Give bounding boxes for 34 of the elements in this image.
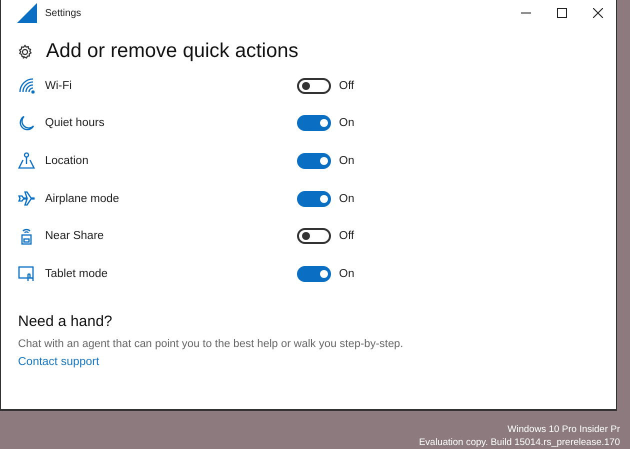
toggle-switch[interactable] — [297, 115, 331, 132]
airplane-icon — [18, 190, 35, 208]
settings-icon — [17, 44, 33, 60]
toggle-state-text: On — [339, 154, 354, 167]
toggle-state-text: Off — [339, 230, 354, 242]
quick-action-label: Airplane mode — [45, 192, 120, 205]
toggle-switch[interactable] — [297, 228, 331, 244]
settings-logo-icon — [17, 3, 37, 23]
help-description: Chat with an agent that can point you to the best help or walk you step-by-step. — [18, 338, 404, 350]
window-title: Settings — [45, 8, 82, 18]
maximize-icon — [557, 8, 567, 18]
close-icon — [593, 8, 603, 18]
desktop-watermark-text: Windows 10 Pro Insider Pr — [508, 423, 620, 436]
quick-action-label: Quiet hours — [45, 117, 106, 130]
toggle-state-text: On — [339, 117, 354, 130]
toggle-switch[interactable] — [297, 266, 331, 282]
desktop-watermark-text: Evaluation copy. Build 15014.rs_prerelease.170 — [418, 436, 620, 449]
toggle-switch[interactable] — [297, 152, 331, 169]
toggle-state-text: On — [339, 268, 354, 280]
moon-icon — [18, 114, 35, 132]
page-title: Add or remove quick actions — [46, 40, 298, 63]
quick-action-label: Location — [45, 154, 90, 167]
wifi-icon — [18, 77, 35, 94]
toggle-state-text: Off — [339, 80, 354, 92]
quick-action-label: Tablet mode — [45, 268, 109, 280]
tablet-icon — [18, 265, 35, 282]
quick-action-label: Near Share — [45, 230, 105, 242]
location-icon — [18, 152, 35, 170]
toggle-switch[interactable] — [297, 190, 331, 207]
quick-action-label: Wi-Fi — [45, 80, 73, 92]
contact-support-link[interactable]: Contact support — [18, 356, 100, 368]
toggle-switch[interactable] — [297, 78, 331, 94]
toggle-state-text: On — [339, 192, 354, 205]
help-heading: Need a hand? — [18, 312, 112, 330]
